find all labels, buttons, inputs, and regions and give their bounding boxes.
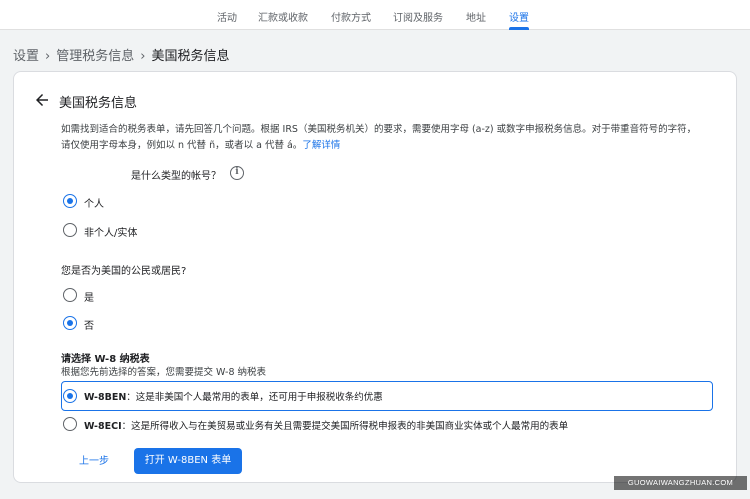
- account-type-question: 是什么类型的帐号？: [131, 171, 221, 182]
- active-tab-indicator: [509, 27, 529, 30]
- breadcrumb-manage-tax[interactable]: 管理税务信息: [56, 49, 134, 64]
- tab-send-receive[interactable]: 汇款或收款: [258, 9, 308, 24]
- intro-text: 如需找到适合的税务表单，请先回答几个问题。根据 IRS（美国税务机关）的要求，需…: [61, 122, 701, 154]
- breadcrumb-current: 美国税务信息: [151, 49, 230, 64]
- w8eci-desc: ：这是所得收入与在美贸易或业务有关且需要提交美国所得税申报表的非美国商业实体或个…: [121, 421, 569, 432]
- learn-more-link[interactable]: 了解详情: [302, 140, 340, 151]
- radio-w8eci[interactable]: [63, 417, 77, 431]
- radio-individual-label[interactable]: 个人: [84, 195, 104, 210]
- w8eci-name: W-8ECI: [84, 421, 122, 432]
- radio-no-label[interactable]: 否: [84, 317, 94, 332]
- top-navigation: 活动 汇款或收款 付款方式 订阅及服务 地址 设置: [0, 0, 750, 30]
- radio-yes-label[interactable]: 是: [84, 289, 94, 304]
- intro-body: 如需找到适合的税务表单，请先回答几个问题。根据 IRS（美国税务机关）的要求，需…: [61, 124, 697, 151]
- tab-subscriptions[interactable]: 订阅及服务: [393, 9, 443, 24]
- breadcrumb: 设置 › 管理税务信息 › 美国税务信息: [13, 45, 229, 64]
- info-icon[interactable]: i: [230, 166, 244, 180]
- w8ben-name: W-8BEN: [84, 392, 127, 403]
- w8-section-subtitle: 根据您先前选择的答案，您需要提交 W-8 纳税表: [61, 367, 267, 378]
- arrow-left-icon[interactable]: [33, 91, 51, 109]
- chevron-right-icon: ›: [45, 49, 51, 64]
- page-title: 美国税务信息: [59, 96, 138, 111]
- radio-w8ben[interactable]: [63, 389, 77, 403]
- tab-activity[interactable]: 活动: [217, 9, 237, 24]
- watermark: GUOWAIWANGZHUAN.COM: [614, 476, 747, 490]
- tab-settings[interactable]: 设置: [509, 9, 529, 24]
- w8-section-title: 请选择 W-8 纳税表: [61, 354, 150, 365]
- citizen-question: 您是否为美国的公民或居民?: [61, 266, 187, 277]
- radio-entity-label[interactable]: 非个人/实体: [84, 224, 137, 239]
- chevron-right-icon: ›: [140, 49, 146, 64]
- w8eci-option[interactable]: W-8ECI：这是所得收入与在美贸易或业务有关且需要提交美国所得税申报表的非美国…: [84, 418, 568, 432]
- radio-yes[interactable]: [63, 288, 77, 302]
- radio-no[interactable]: [63, 316, 77, 330]
- previous-button[interactable]: 上一步: [74, 451, 114, 473]
- open-w8ben-button[interactable]: 打开 W-8BEN 表单: [134, 448, 242, 474]
- radio-entity[interactable]: [63, 223, 77, 237]
- w8ben-desc: ：这是非美国个人最常用的表单，还可用于申报税收条约优惠: [126, 392, 383, 403]
- tab-addresses[interactable]: 地址: [466, 9, 486, 24]
- radio-individual[interactable]: [63, 194, 77, 208]
- tab-payment-methods[interactable]: 付款方式: [331, 9, 371, 24]
- breadcrumb-settings[interactable]: 设置: [13, 49, 39, 64]
- tax-info-card: 美国税务信息 如需找到适合的税务表单，请先回答几个问题。根据 IRS（美国税务机…: [13, 71, 737, 483]
- w8ben-option[interactable]: W-8BEN：这是非美国个人最常用的表单，还可用于申报税收条约优惠: [84, 389, 383, 403]
